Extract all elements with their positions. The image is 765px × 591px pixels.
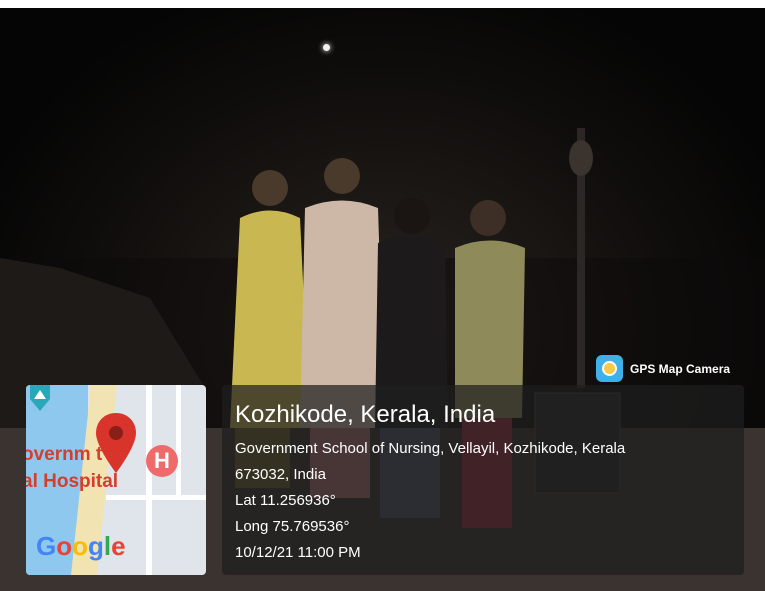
gps-map-camera-badge: GPS Map Camera	[596, 355, 730, 382]
moon	[323, 44, 330, 51]
latitude: Lat 11.256936°	[235, 492, 336, 509]
badge-label: GPS Map Camera	[630, 361, 731, 376]
address-line-1: Government School of Nursing, Vellayil, …	[235, 440, 626, 457]
longitude: Long 75.769536°	[235, 518, 350, 535]
navigation-marker-icon	[30, 385, 50, 411]
location-map-thumbnail: overnm t al Hospital H Google	[26, 385, 206, 575]
location-title: Kozhikode, Kerala, India	[235, 401, 496, 428]
map-road	[106, 495, 206, 500]
map-road	[146, 385, 152, 575]
map-road	[176, 385, 181, 495]
map-place-label: overnm t	[26, 444, 103, 465]
map-place-label: al Hospital	[26, 471, 119, 492]
map-pin-icon	[96, 413, 136, 473]
datetime: 10/12/21 11:00 PM	[235, 544, 361, 561]
google-logo: Google	[36, 531, 126, 561]
location-info-panel: Kozhikode, Kerala, India Government Scho…	[222, 385, 744, 575]
hospital-marker-icon: H	[146, 445, 178, 477]
gps-map-camera-logo-icon	[596, 355, 623, 382]
address-line-2: 673032, India	[235, 466, 326, 483]
